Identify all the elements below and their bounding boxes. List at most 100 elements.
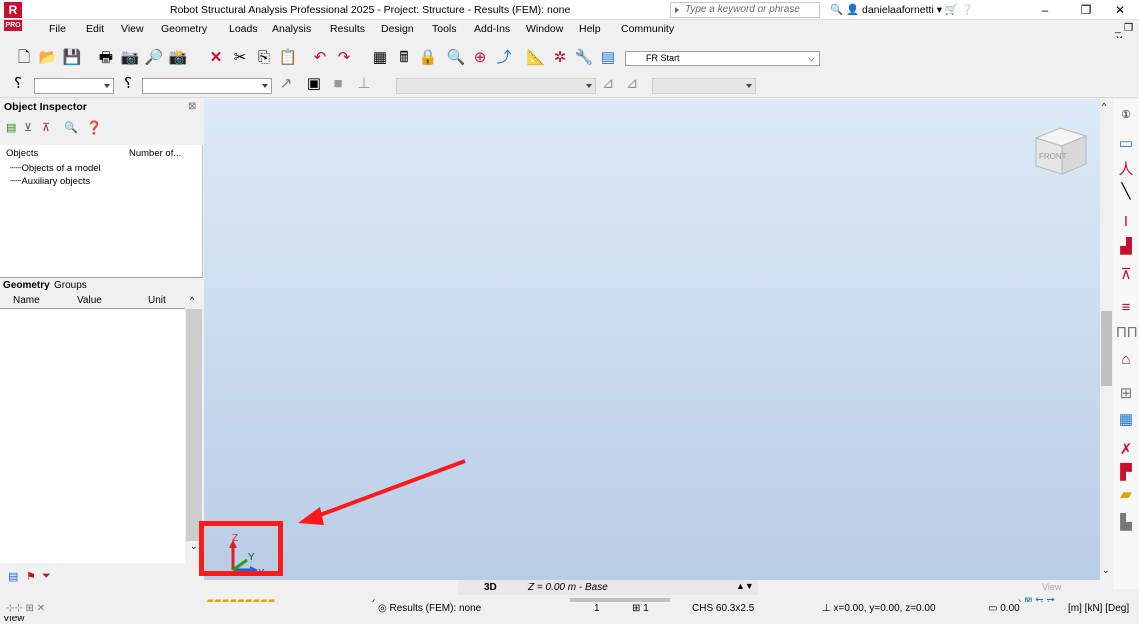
- close-icon[interactable]: ⊠: [188, 101, 196, 112]
- screen-capture-icon[interactable]: 📷: [120, 48, 140, 68]
- new-icon[interactable]: 🗋: [14, 48, 34, 68]
- bar-icon[interactable]: ╲: [1116, 182, 1136, 202]
- menu-geometry[interactable]: Geometry: [161, 23, 207, 35]
- structure-icon[interactable]: ✲: [550, 48, 570, 68]
- undo-icon[interactable]: ↶: [310, 48, 330, 68]
- tab-geometry[interactable]: Geometry: [3, 280, 50, 291]
- column-name[interactable]: Name: [13, 295, 40, 306]
- menu-window[interactable]: Window: [526, 23, 563, 35]
- menu-community[interactable]: Community: [621, 23, 674, 35]
- paste-icon[interactable]: 📋: [278, 48, 298, 68]
- cut-icon[interactable]: ✂: [230, 48, 250, 68]
- case-combo[interactable]: [142, 78, 272, 94]
- start-combo[interactable]: FR Start ⌵: [625, 51, 820, 66]
- preview-icon[interactable]: 🔎: [144, 48, 164, 68]
- panel-icon[interactable]: ▰: [1116, 485, 1136, 505]
- maximize-button[interactable]: ❐: [1071, 2, 1101, 18]
- section-icon[interactable]: I: [1116, 212, 1136, 232]
- cart-icon[interactable]: 🛒: [945, 4, 958, 16]
- stairs-icon[interactable]: ▙: [1116, 513, 1136, 533]
- material-icon[interactable]: ▟: [1116, 237, 1136, 257]
- minimize-button[interactable]: –: [1030, 2, 1060, 18]
- viewport-vscroll-thumb[interactable]: [1101, 311, 1112, 386]
- node-support-icon[interactable]: 人: [1116, 160, 1136, 180]
- menu-tools[interactable]: Tools: [432, 23, 457, 35]
- filter-icon[interactable]: ⊻: [24, 121, 32, 134]
- measure-icon[interactable]: 📐: [526, 48, 546, 68]
- save-icon[interactable]: 💾: [62, 48, 82, 68]
- print-icon[interactable]: 🖶: [96, 48, 116, 68]
- menu-analysis[interactable]: Analysis: [272, 23, 311, 35]
- layout-icon[interactable]: ▤: [598, 48, 618, 68]
- filter-red-icon[interactable]: ⏷: [42, 570, 51, 583]
- zoom-icon[interactable]: 🔍: [446, 48, 466, 68]
- menu-edit[interactable]: Edit: [86, 23, 104, 35]
- scroll-up-icon[interactable]: ^: [190, 295, 194, 305]
- plane-label[interactable]: Z = 0.00 m - Base: [528, 582, 608, 593]
- lock-icon[interactable]: 🔒: [418, 48, 438, 68]
- calculator-icon[interactable]: 🖩: [394, 48, 414, 68]
- status-icons[interactable]: ⊹⊹ ⊞ ✕: [6, 603, 45, 614]
- zoom-window-icon[interactable]: ⊕: [470, 48, 490, 68]
- flag-icon[interactable]: ▛: [1116, 463, 1136, 483]
- scroll-down-icon[interactable]: ⌄: [1102, 565, 1110, 576]
- snap-icon[interactable]: ⤴: [494, 48, 514, 68]
- search-input[interactable]: Type a keyword or phrase: [670, 2, 820, 18]
- close-button[interactable]: ✕: [1105, 2, 1135, 18]
- camera-icon[interactable]: 📸: [168, 48, 188, 68]
- menu-results[interactable]: Results: [330, 23, 365, 35]
- node-icon[interactable]: ⊿: [598, 74, 618, 94]
- scroll-up-icon[interactable]: ^: [1102, 101, 1106, 111]
- node-number-icon[interactable]: ①: [1116, 105, 1136, 125]
- column-unit[interactable]: Unit: [148, 295, 166, 306]
- menu-file[interactable]: File: [49, 23, 66, 35]
- scroll-thumb[interactable]: [186, 309, 202, 541]
- display-icon[interactable]: ▣: [304, 74, 324, 94]
- redo-icon[interactable]: ↷: [334, 48, 354, 68]
- app-logo[interactable]: R: [4, 2, 22, 18]
- user-menu[interactable]: 🔍 👤 danielaafornetti ▾ 🛒 ❔: [830, 3, 974, 16]
- help-icon[interactable]: ❓: [86, 120, 102, 136]
- selection-combo[interactable]: [34, 78, 114, 94]
- grid-icon[interactable]: ▦: [370, 48, 390, 68]
- open-icon[interactable]: 📂: [38, 48, 58, 68]
- menu-add-ins[interactable]: Add-Ins: [474, 23, 510, 35]
- help-arrow-icon[interactable]: ↗: [276, 74, 296, 94]
- scroll-down-icon[interactable]: ⌄: [190, 541, 198, 552]
- query-icon[interactable]: ⸮: [8, 74, 28, 94]
- design-icon[interactable]: ✗: [1116, 440, 1136, 460]
- tree-item-auxiliary[interactable]: ┄┄Auxiliary objects: [10, 176, 90, 187]
- section-table-icon[interactable]: ▭: [1116, 134, 1136, 154]
- list-icon[interactable]: ▤: [8, 570, 18, 583]
- flag-icon[interactable]: ⚑: [26, 570, 36, 583]
- menu-design[interactable]: Design: [381, 23, 414, 35]
- menu-view[interactable]: View: [121, 23, 144, 35]
- axes-icon[interactable]: ⊥: [354, 74, 374, 94]
- clear-filter-icon[interactable]: ⊼: [42, 121, 50, 134]
- plane-spinner[interactable]: ▲▼: [736, 581, 754, 591]
- wrench-icon[interactable]: 🔧: [574, 48, 594, 68]
- menu-help[interactable]: Help: [579, 23, 601, 35]
- offset-icon[interactable]: ПП: [1116, 323, 1138, 343]
- table-icon[interactable]: ▦: [1116, 410, 1136, 430]
- load-table-icon[interactable]: ⊞: [1116, 384, 1136, 404]
- column-value[interactable]: Value: [77, 295, 102, 306]
- value-combo[interactable]: [652, 78, 756, 94]
- delete-icon[interactable]: ✕: [206, 48, 226, 68]
- search-icon[interactable]: 🔍: [64, 121, 78, 134]
- load-icon[interactable]: ⌂: [1116, 350, 1136, 370]
- box-icon[interactable]: ■: [328, 74, 348, 94]
- tree-item-model[interactable]: ┄┄Objects of a model: [10, 163, 101, 174]
- help-icon[interactable]: ❔: [961, 4, 974, 16]
- mode-3d[interactable]: 3D: [484, 582, 497, 593]
- release-icon[interactable]: ≡: [1116, 298, 1136, 318]
- menu-loads[interactable]: Loads: [229, 23, 258, 35]
- mode-combo[interactable]: [396, 78, 596, 94]
- question-icon[interactable]: ⸮: [118, 74, 138, 94]
- copy-icon[interactable]: ⎘: [254, 48, 274, 68]
- view-cube[interactable]: FRONT: [1030, 124, 1090, 178]
- tree-icon[interactable]: ▤: [6, 121, 16, 134]
- tab-groups[interactable]: Groups: [54, 280, 87, 291]
- units-status[interactable]: [m] [kN] [Deg]: [1068, 603, 1129, 614]
- support-icon[interactable]: ⊼: [1116, 265, 1136, 285]
